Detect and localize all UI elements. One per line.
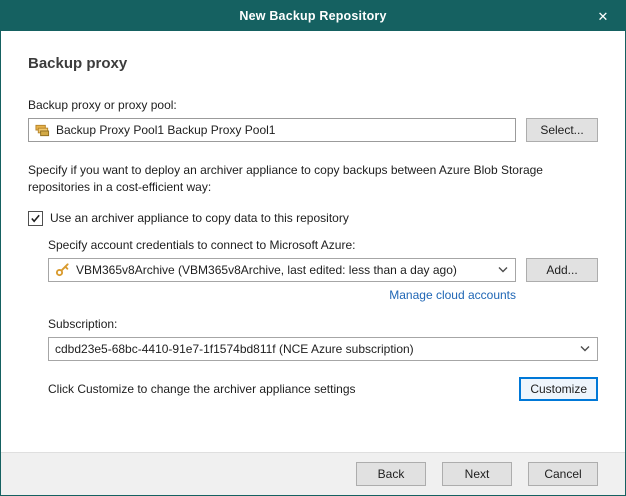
close-button[interactable]: ✕ (581, 1, 625, 31)
footer-bar: Back Next Cancel (1, 452, 625, 495)
back-button[interactable]: Back (356, 462, 426, 486)
archiver-checkbox[interactable] (28, 211, 43, 226)
subscription-value: cdbd23e5-68bc-4410-91e7-1f1574bd811f (NC… (55, 342, 574, 356)
dialog-content: Backup proxy Backup proxy or proxy pool:… (1, 31, 625, 452)
archiver-checkbox-label: Use an archiver appliance to copy data t… (50, 211, 349, 225)
add-button[interactable]: Add... (526, 258, 598, 282)
credentials-value: VBM365v8Archive (VBM365v8Archive, last e… (76, 263, 492, 277)
next-button[interactable]: Next (442, 462, 512, 486)
customize-hint: Click Customize to change the archiver a… (48, 382, 356, 396)
chevron-down-icon (498, 266, 508, 273)
cancel-button[interactable]: Cancel (528, 462, 598, 486)
credentials-label: Specify account credentials to connect t… (48, 238, 598, 252)
page-title: Backup proxy (28, 55, 598, 72)
proxy-pool-label: Backup proxy or proxy pool: (28, 98, 598, 112)
customize-button[interactable]: Customize (519, 377, 598, 401)
manage-cloud-accounts-link[interactable]: Manage cloud accounts (389, 288, 516, 302)
credentials-row: VBM365v8Archive (VBM365v8Archive, last e… (48, 258, 598, 282)
proxy-pool-input[interactable]: Backup Proxy Pool1 Backup Proxy Pool1 (28, 118, 516, 142)
customize-row: Click Customize to change the archiver a… (48, 377, 598, 401)
subscription-dropdown[interactable]: cdbd23e5-68bc-4410-91e7-1f1574bd811f (NC… (48, 337, 598, 361)
checkmark-icon (30, 213, 41, 224)
archiver-settings-group: Specify account credentials to connect t… (48, 238, 598, 401)
archiver-description: Specify if you want to deploy an archive… (28, 162, 598, 197)
key-icon (55, 262, 70, 277)
dialog-new-backup-repository: New Backup Repository ✕ Backup proxy Bac… (0, 0, 626, 496)
archiver-checkbox-row[interactable]: Use an archiver appliance to copy data t… (28, 211, 598, 226)
select-button[interactable]: Select... (526, 118, 598, 142)
window-title: New Backup Repository (1, 9, 625, 23)
subscription-label: Subscription: (48, 317, 598, 331)
titlebar: New Backup Repository ✕ (1, 1, 625, 31)
manage-link-row: Manage cloud accounts (48, 288, 598, 302)
proxy-pool-value: Backup Proxy Pool1 Backup Proxy Pool1 (56, 123, 275, 137)
chevron-down-icon (580, 345, 590, 352)
credentials-dropdown[interactable]: VBM365v8Archive (VBM365v8Archive, last e… (48, 258, 516, 282)
proxy-pool-icon (35, 123, 50, 138)
proxy-pool-row: Backup Proxy Pool1 Backup Proxy Pool1 Se… (28, 118, 598, 142)
